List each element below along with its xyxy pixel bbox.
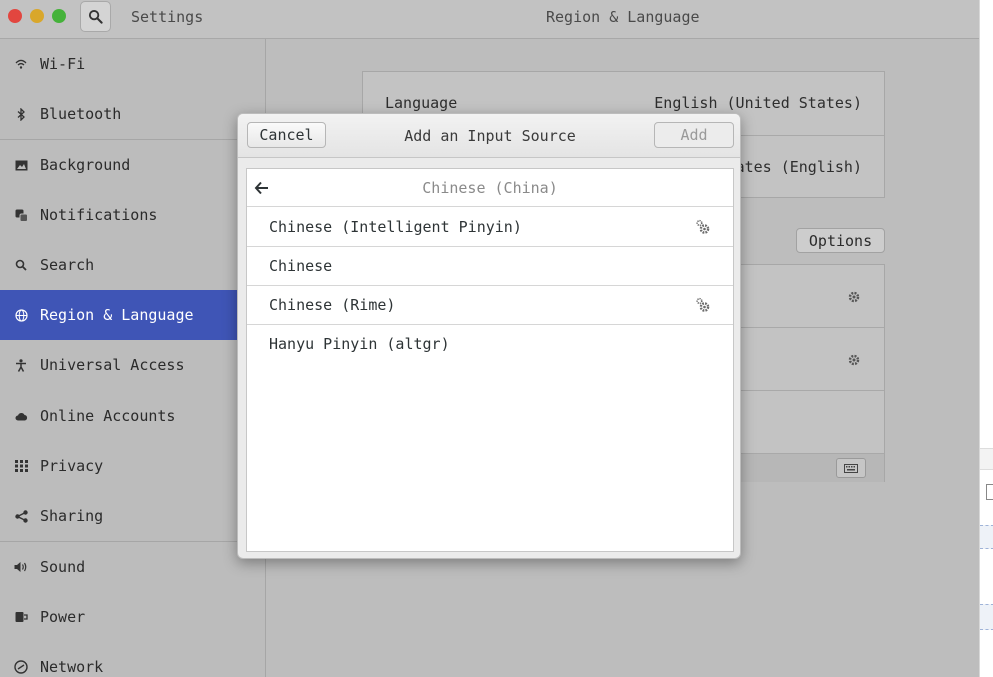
list-item[interactable]: Chinese (247, 247, 733, 286)
close-window-button[interactable] (8, 9, 22, 23)
dialog-header: Cancel Add an Input Source Add (238, 114, 740, 158)
settings-gear-icon[interactable] (695, 297, 711, 313)
sidebar-item-label: Wi-Fi (40, 55, 86, 73)
title-bar: Settings Region & Language (0, 0, 979, 39)
maximize-window-button[interactable] (52, 9, 66, 23)
sidebar-item-label: Notifications (40, 206, 158, 224)
cloud-icon (14, 409, 28, 423)
language-label: Language (385, 94, 458, 112)
sidebar-item-universal-access[interactable]: Universal Access (0, 340, 266, 390)
background-window-edge (979, 0, 993, 677)
settings-gear-icon[interactable] (847, 353, 861, 367)
sidebar-item-label: Online Accounts (40, 407, 176, 425)
list-header: Chinese (China) (247, 169, 733, 207)
formats-value: ates (English) (735, 158, 862, 176)
power-icon (14, 610, 28, 624)
sidebar-item-sound[interactable]: Sound (0, 542, 266, 592)
list-item-label: Chinese (Intelligent Pinyin) (269, 218, 522, 236)
edge-row (980, 448, 993, 470)
search-icon (88, 9, 103, 24)
app-title: Settings (131, 8, 204, 26)
settings-gear-icon[interactable] (847, 290, 861, 304)
sidebar-item-label: Bluetooth (40, 105, 122, 123)
list-item[interactable]: Chinese (Intelligent Pinyin) (247, 208, 733, 247)
panel-title: Region & Language (546, 8, 700, 26)
sidebar-item-wifi[interactable]: Wi-Fi (0, 39, 266, 89)
image-icon (14, 158, 28, 172)
edge-checkbox (986, 484, 993, 500)
sidebar-item-bluetooth[interactable]: Bluetooth (0, 89, 266, 139)
notifications-icon (14, 208, 28, 222)
settings-gear-icon[interactable] (695, 219, 711, 235)
input-source-list: Chinese (China) Chinese (Intelligent Pin… (246, 168, 734, 552)
keyboard-layout-button[interactable] (836, 458, 866, 478)
sidebar-item-label: Sharing (40, 507, 104, 525)
sidebar-item-background[interactable]: Background (0, 140, 266, 190)
language-value: English (United States) (654, 94, 862, 112)
sidebar-item-privacy[interactable]: Privacy (0, 441, 266, 491)
globe-icon (14, 308, 28, 322)
network-icon (14, 660, 28, 674)
add-input-source-dialog: Cancel Add an Input Source Add Chinese (… (237, 113, 741, 559)
list-item-label: Chinese (269, 257, 333, 275)
privacy-icon (14, 459, 28, 473)
list-item-label: Hanyu Pinyin (altgr) (269, 335, 450, 353)
search-button[interactable] (80, 1, 111, 32)
sidebar: Wi-Fi Bluetooth Background Notifications (0, 39, 266, 677)
list-item-label: Chinese (Rime) (269, 296, 396, 314)
wifi-icon (14, 57, 28, 71)
search-icon (14, 258, 28, 272)
share-icon (14, 509, 28, 523)
sidebar-item-label: Power (40, 608, 86, 626)
minimize-window-button[interactable] (30, 9, 44, 23)
sidebar-item-label: Universal Access (40, 356, 185, 374)
speaker-icon (14, 560, 28, 574)
keyboard-icon (844, 463, 858, 473)
sidebar-item-search[interactable]: Search (0, 240, 266, 290)
add-button[interactable]: Add (654, 122, 734, 148)
sidebar-item-label: Background (40, 156, 131, 174)
edge-row (980, 525, 993, 549)
sidebar-item-online-accounts[interactable]: Online Accounts (0, 391, 266, 441)
list-item[interactable]: Chinese (Rime) (247, 286, 733, 325)
edge-row (980, 604, 993, 630)
sidebar-item-label: Privacy (40, 457, 104, 475)
accessibility-icon (14, 358, 28, 372)
sidebar-item-label: Network (40, 658, 104, 676)
sidebar-item-label: Sound (40, 558, 86, 576)
sidebar-item-label: Search (40, 256, 95, 274)
sidebar-item-sharing[interactable]: Sharing (0, 491, 266, 541)
sidebar-item-region-language[interactable]: Region & Language (0, 290, 266, 340)
bluetooth-icon (14, 107, 28, 121)
sidebar-item-network[interactable]: Network (0, 642, 266, 677)
sidebar-item-label: Region & Language (40, 306, 194, 324)
sidebar-item-power[interactable]: Power (0, 592, 266, 642)
input-options-button[interactable]: Options (796, 228, 885, 253)
list-item[interactable]: Hanyu Pinyin (altgr) (247, 325, 733, 364)
sidebar-item-notifications[interactable]: Notifications (0, 190, 266, 240)
language-group-title: Chinese (China) (422, 179, 558, 197)
